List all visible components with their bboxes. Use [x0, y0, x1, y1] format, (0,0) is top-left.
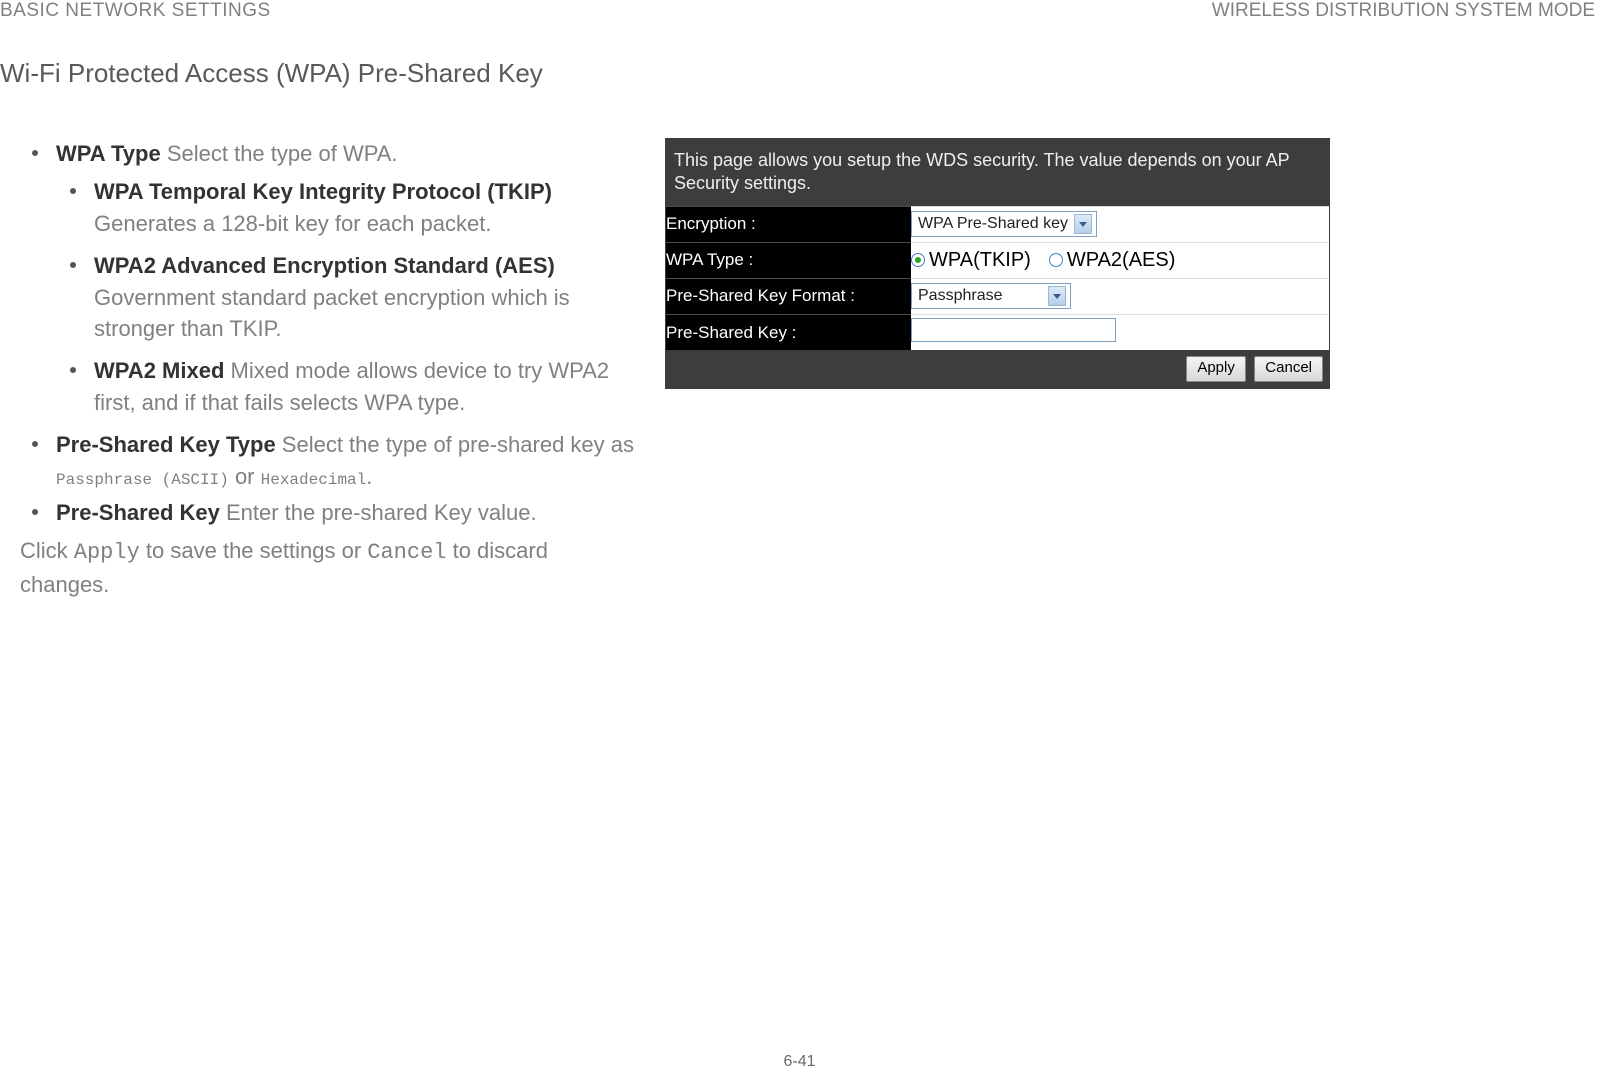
psk-format-value: Passphrase: [918, 287, 1003, 305]
closing-cancel: Cancel: [367, 540, 446, 565]
mixed-label: WPA2 Mixed: [94, 358, 224, 383]
cancel-button[interactable]: Cancel: [1254, 356, 1323, 382]
wpa-type-cell: WPA(TKIP) WPA2(AES): [911, 242, 1329, 278]
closing-text: Click Apply to save the settings or Canc…: [20, 535, 635, 601]
psk-row-label: Pre-Shared Key :: [666, 314, 911, 350]
psk-cell: [911, 314, 1329, 350]
description-column: WPA Type Select the type of WPA. WPA Tem…: [20, 138, 635, 601]
content-area: WPA Type Select the type of WPA. WPA Tem…: [20, 138, 1330, 601]
closing-mid: to save the settings or: [140, 538, 367, 563]
chevron-down-icon: [1048, 286, 1066, 306]
bullet-wpa-type: WPA Type Select the type of WPA. WPA Tem…: [32, 138, 635, 419]
psk-format-select[interactable]: Passphrase: [911, 283, 1071, 309]
header-right: WIRELESS DISTRIBUTION SYSTEM MODE: [1212, 0, 1595, 22]
radio-tkip-label: WPA(TKIP): [929, 249, 1031, 272]
section-title: Wi-Fi Protected Access (WPA) Pre-Shared …: [0, 58, 543, 89]
settings-panel: This page allows you setup the WDS secur…: [665, 138, 1330, 389]
psk-type-desc-1: Select the type of pre-shared key as: [276, 432, 634, 457]
aes-desc: Government standard packet encryption wh…: [94, 285, 570, 342]
apply-button[interactable]: Apply: [1186, 356, 1246, 382]
page-number: 6-41: [783, 1053, 815, 1071]
tkip-label: WPA Temporal Key Integrity Protocol (TKI…: [94, 179, 552, 204]
bullet-tkip: WPA Temporal Key Integrity Protocol (TKI…: [70, 176, 635, 240]
screenshot-column: This page allows you setup the WDS secur…: [665, 138, 1330, 601]
radio-unselected-icon: [1049, 253, 1063, 267]
chevron-down-icon: [1074, 214, 1092, 234]
radio-wpa2-aes[interactable]: WPA2(AES): [1049, 249, 1176, 272]
psk-label: Pre-Shared Key: [56, 500, 220, 525]
radio-aes-label: WPA2(AES): [1067, 249, 1176, 272]
psk-desc: Enter the pre-shared Key value.: [220, 500, 537, 525]
psk-type-desc-2: or: [229, 464, 261, 489]
psk-input[interactable]: [911, 318, 1116, 342]
tkip-desc: Generates a 128-bit key for each packet.: [94, 211, 491, 236]
psk-type-mono-2: Hexadecimal: [261, 471, 367, 489]
panel-intro: This page allows you setup the WDS secur…: [666, 139, 1329, 206]
bullet-psk: Pre-Shared Key Enter the pre-shared Key …: [32, 497, 635, 529]
psk-type-label: Pre-Shared Key Type: [56, 432, 276, 457]
panel-button-row: Apply Cancel: [666, 350, 1329, 388]
aes-label: WPA2 Advanced Encryption Standard (AES): [94, 253, 555, 278]
bullet-psk-type: Pre-Shared Key Type Select the type of p…: [32, 429, 635, 493]
bullet-mixed: WPA2 Mixed Mixed mode allows device to t…: [70, 355, 635, 419]
closing-pre: Click: [20, 538, 74, 563]
psk-format-label: Pre-Shared Key Format :: [666, 278, 911, 314]
psk-type-desc-3: .: [366, 464, 372, 489]
closing-apply: Apply: [74, 540, 140, 565]
psk-type-mono-1: Passphrase (ASCII): [56, 471, 229, 489]
radio-wpa-tkip[interactable]: WPA(TKIP): [911, 249, 1031, 272]
wpa-type-row-label: WPA Type :: [666, 242, 911, 278]
encryption-cell: WPA Pre-Shared key: [911, 206, 1329, 242]
encryption-select[interactable]: WPA Pre-Shared key: [911, 211, 1097, 237]
radio-selected-icon: [911, 253, 925, 267]
header-left: BASIC NETWORK SETTINGS: [0, 0, 271, 22]
encryption-value: WPA Pre-Shared key: [918, 215, 1068, 233]
psk-format-cell: Passphrase: [911, 278, 1329, 314]
encryption-label: Encryption :: [666, 206, 911, 242]
bullet-aes: WPA2 Advanced Encryption Standard (AES) …: [70, 250, 635, 346]
wpa-type-desc: Select the type of WPA.: [161, 141, 398, 166]
settings-table: Encryption : WPA Pre-Shared key WPA Type…: [666, 206, 1329, 351]
wpa-type-label: WPA Type: [56, 141, 161, 166]
